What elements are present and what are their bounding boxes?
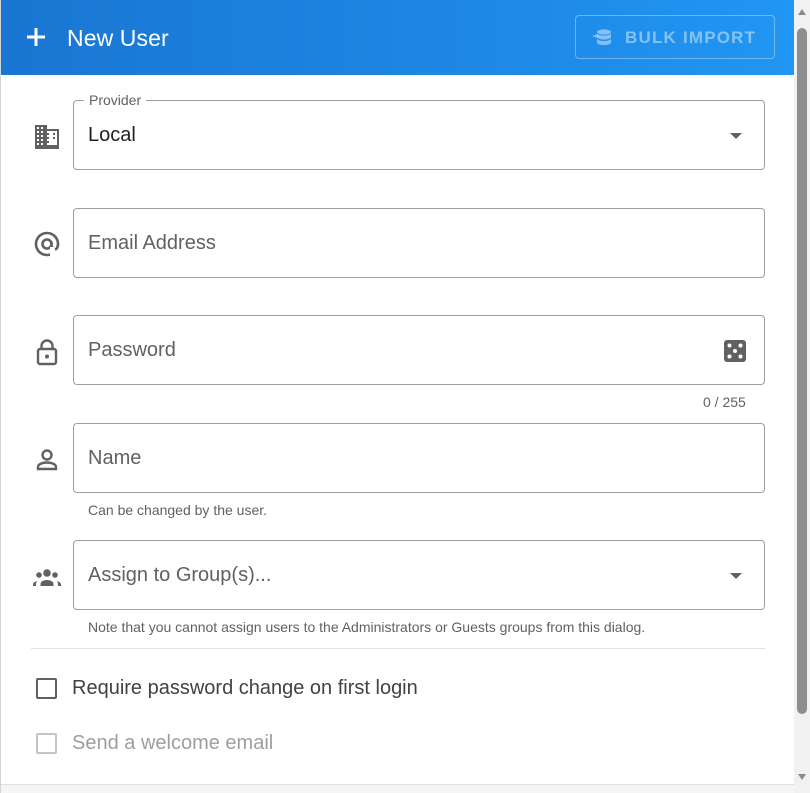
domain-icon: [35, 125, 59, 149]
chevron-down-icon: [730, 133, 742, 139]
dialog-title: New User: [67, 25, 169, 51]
account-icon: [36, 449, 58, 471]
chevron-down-icon: [730, 573, 742, 579]
vertical-scrollbar[interactable]: [794, 0, 810, 793]
groups-placeholder: Assign to Group(s)...: [88, 564, 272, 586]
scroll-up-arrow-icon[interactable]: [798, 9, 806, 15]
dice-icon[interactable]: [723, 339, 747, 363]
at-icon: [34, 231, 60, 257]
dialog-bottom-edge: [1, 784, 794, 793]
name-field[interactable]: Name: [73, 423, 765, 493]
groups-select[interactable]: Assign to Group(s)...: [73, 540, 765, 610]
scroll-down-arrow-icon[interactable]: [798, 774, 806, 780]
groups-hint: Note that you cannot assign users to the…: [88, 619, 646, 635]
scrollbar-thumb[interactable]: [797, 28, 807, 714]
send-welcome-email-checkbox[interactable]: [36, 733, 57, 754]
provider-label: Provider: [84, 92, 147, 108]
email-placeholder: Email Address: [88, 232, 216, 254]
email-field[interactable]: Email Address: [73, 208, 765, 278]
password-counter: 0 / 255: [703, 394, 746, 410]
provider-value: Local: [88, 124, 136, 146]
name-placeholder: Name: [88, 447, 142, 469]
database-import-icon: [593, 29, 611, 46]
require-password-change-checkbox[interactable]: [36, 678, 57, 699]
provider-select[interactable]: Provider Local: [73, 92, 765, 170]
plus-icon: [27, 28, 45, 46]
bulk-import-label: BULK IMPORT: [625, 28, 757, 47]
password-field[interactable]: Password: [73, 315, 765, 385]
send-welcome-email-label[interactable]: Send a welcome email: [72, 731, 273, 755]
divider: [31, 648, 765, 649]
new-user-dialog: New User BULK IMPORT Provider Local Emai…: [0, 0, 794, 793]
lock-icon: [36, 339, 58, 366]
name-hint: Can be changed by the user.: [88, 502, 268, 518]
password-placeholder: Password: [88, 339, 176, 361]
account-group-icon: [33, 569, 61, 586]
bulk-import-button[interactable]: BULK IMPORT: [575, 15, 775, 59]
require-password-change-label[interactable]: Require password change on first login: [72, 676, 418, 700]
dialog-header: New User BULK IMPORT: [1, 0, 794, 75]
